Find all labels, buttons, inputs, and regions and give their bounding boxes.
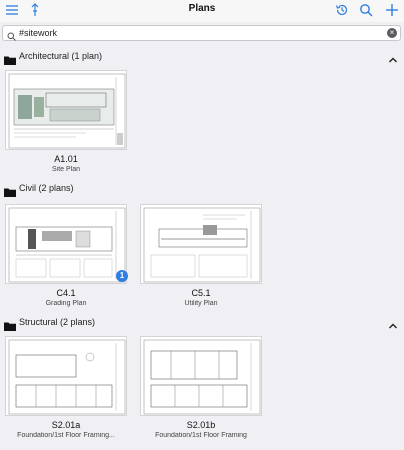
section-header-architectural[interactable]: Architectural (1 plan)	[0, 48, 404, 66]
plan-title: Site Plan	[51, 166, 81, 173]
add-icon[interactable]	[384, 2, 400, 18]
plan-code: C4.1	[56, 288, 76, 298]
annotation-count-badge: 1	[116, 270, 128, 282]
top-nav-bar: Plans	[0, 0, 404, 22]
folder-icon	[4, 318, 16, 336]
section-label: Structural (2 plans)	[19, 317, 96, 327]
plan-title: Foundation/1st Floor Framing	[155, 432, 247, 439]
plan-code: A1.01	[54, 154, 78, 164]
section-label: Architectural (1 plan)	[19, 51, 103, 61]
plan-code: S2.01a	[51, 420, 81, 430]
search-field-icon	[7, 28, 16, 46]
chevron-up-icon[interactable]	[388, 317, 398, 335]
plan-thumbnail[interactable]	[5, 336, 127, 416]
plan-thumbnail[interactable]	[5, 204, 127, 284]
plan-thumbnail[interactable]	[5, 70, 127, 150]
plan-title: Grading Plan	[45, 300, 87, 307]
plan-thumbnail[interactable]	[140, 336, 262, 416]
history-icon[interactable]	[334, 2, 350, 18]
search-icon[interactable]	[358, 2, 374, 18]
plan-code: C5.1	[191, 288, 211, 298]
folder-icon	[4, 52, 16, 70]
plan-code: S2.01b	[186, 420, 216, 430]
section-header-structural[interactable]: Structural (2 plans)	[0, 314, 404, 332]
search-input[interactable]: #sitework ×	[2, 25, 401, 41]
folder-icon	[4, 184, 16, 202]
clear-search-icon[interactable]: ×	[387, 28, 397, 38]
plan-thumbnail[interactable]	[140, 204, 262, 284]
section-label: Civil (2 plans)	[19, 183, 74, 193]
section-header-civil[interactable]: Civil (2 plans)	[0, 180, 404, 198]
plan-title: Utility Plan	[184, 300, 218, 307]
search-query-text: #sitework	[19, 28, 58, 38]
search-bar: #sitework ×	[0, 22, 404, 44]
plan-title: Foundation/1st Floor Framing...	[17, 432, 115, 439]
chevron-up-icon[interactable]	[388, 51, 398, 69]
